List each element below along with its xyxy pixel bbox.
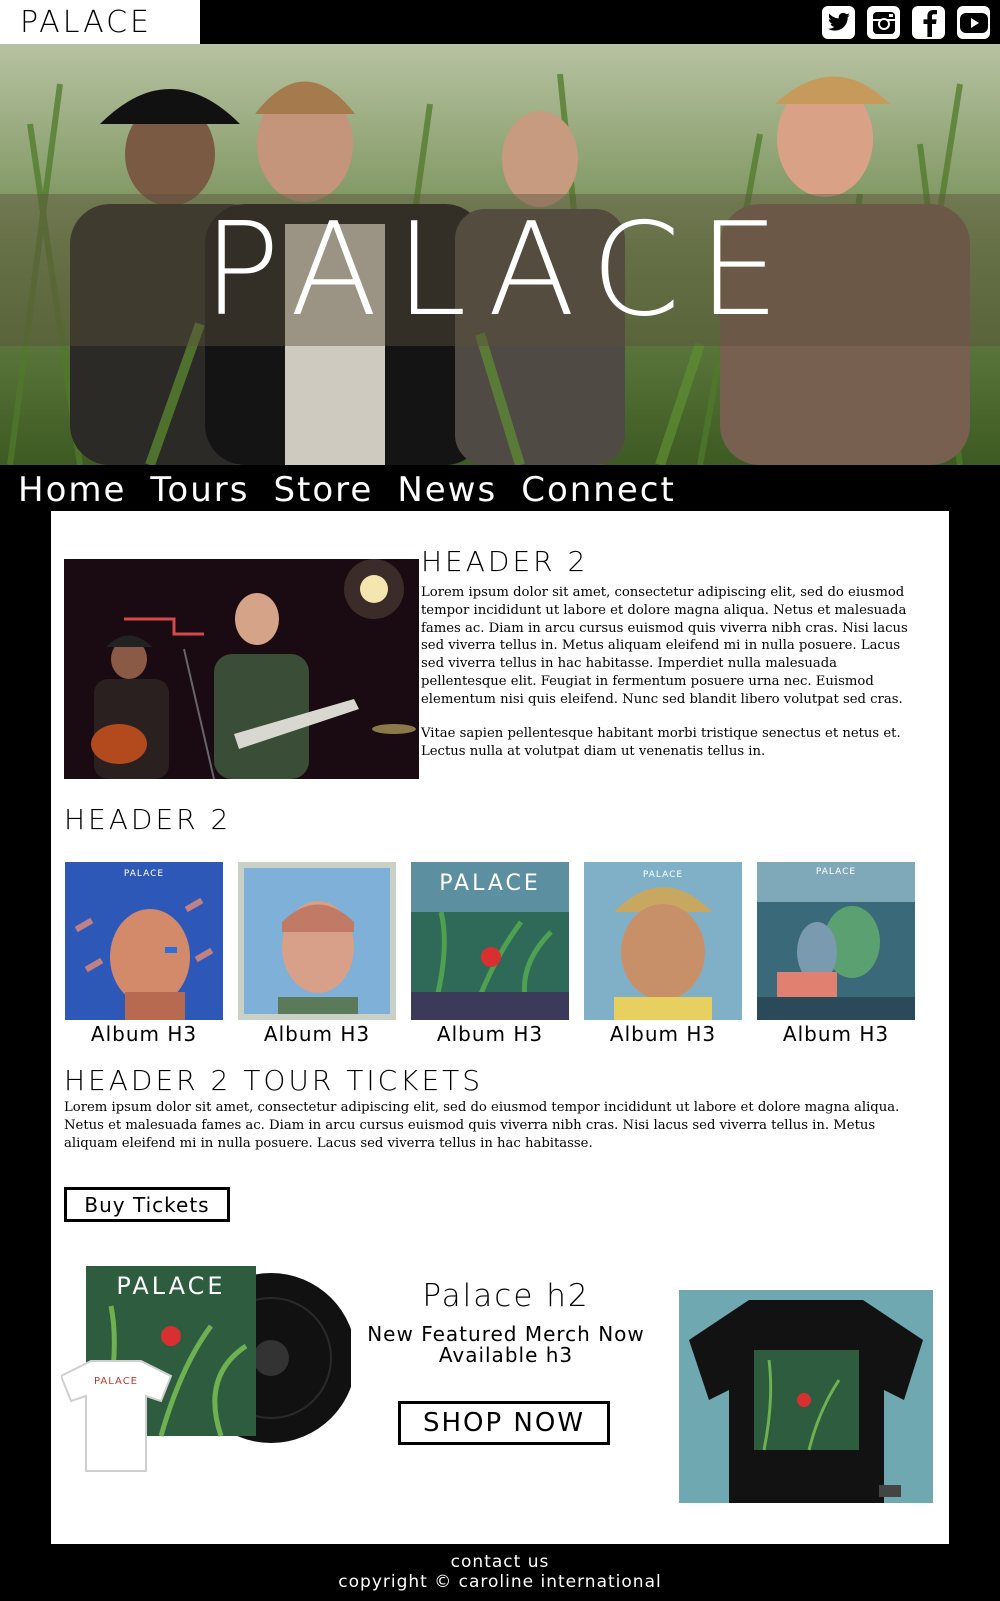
album-cover[interactable]: PALACE	[584, 862, 742, 1020]
album-cover-text: PALACE	[124, 869, 164, 879]
intro-paragraph-2: Vitae sapien pellentesque habitant morbi…	[421, 726, 901, 759]
album-card[interactable]: Album H3	[238, 862, 396, 1046]
intro-heading: HEADER 2	[421, 545, 589, 578]
album-caption: Album H3	[90, 1022, 198, 1046]
tour-paragraph: Lorem ipsum dolor sit amet, consectetur …	[64, 1100, 900, 1151]
main-nav: Home Tours Store News Connect	[18, 470, 676, 510]
album-card[interactable]: PALACE Album H3	[65, 862, 223, 1046]
merch-heading: Palace h2	[422, 1278, 590, 1314]
main-content: HEADER 2 Lorem ipsum dolor sit amet, con…	[51, 511, 949, 1544]
contact-link[interactable]: contact us	[0, 1552, 1000, 1572]
copyright-text: copyright © caroline international	[338, 1572, 662, 1592]
site-logo[interactable]: PALACE	[0, 0, 200, 44]
merch-subheading: New Featured Merch Now Available h3	[367, 1322, 645, 1367]
instagram-icon[interactable]	[867, 6, 900, 39]
nav-tours[interactable]: Tours	[150, 470, 249, 510]
hero-banner: PALACE	[0, 44, 1000, 465]
album-caption: Album H3	[782, 1022, 890, 1046]
shop-now-button[interactable]: SHOP NOW	[398, 1401, 610, 1445]
tour-heading: HEADER 2 TOUR TICKETS	[64, 1064, 484, 1097]
buy-tickets-button[interactable]: Buy Tickets	[64, 1187, 230, 1222]
hero-title: PALACE	[202, 195, 798, 345]
album-cover[interactable]: PALACE	[411, 862, 569, 1020]
youtube-icon[interactable]	[957, 6, 990, 39]
album-cover[interactable]	[238, 862, 396, 1020]
live-performance-photo	[64, 559, 419, 779]
album-cover[interactable]: PALACE	[757, 862, 915, 1020]
nav-connect[interactable]: Connect	[521, 470, 676, 510]
merch-art-text: PALACE	[116, 1272, 225, 1300]
albums-heading: HEADER 2	[64, 803, 232, 836]
intro-paragraph-1: Lorem ipsum dolor sit amet, consectetur …	[421, 585, 908, 707]
album-cover-text: PALACE	[643, 870, 683, 880]
site-footer: contact us copyright © caroline internat…	[0, 1552, 1000, 1592]
nav-news[interactable]: News	[397, 470, 497, 510]
album-caption: Album H3	[436, 1022, 544, 1046]
album-card[interactable]: PALACE Album H3	[584, 862, 742, 1046]
merch-bundle-image[interactable]: PALACE PALACE	[61, 1266, 351, 1476]
album-cover-text: PALACE	[816, 867, 856, 877]
album-card[interactable]: PALACE Album H3	[757, 862, 915, 1046]
album-cover[interactable]: PALACE	[65, 862, 223, 1020]
album-cover-text: PALACE	[439, 871, 541, 896]
social-links	[822, 6, 990, 39]
album-caption: Album H3	[263, 1022, 371, 1046]
album-caption: Album H3	[609, 1022, 717, 1046]
merch-tshirt-photo[interactable]	[679, 1290, 933, 1503]
album-card[interactable]: PALACE Album H3	[411, 862, 569, 1046]
merch-tshirt-text: PALACE	[94, 1376, 138, 1387]
facebook-icon[interactable]	[912, 6, 945, 39]
twitter-icon[interactable]	[822, 6, 855, 39]
nav-home[interactable]: Home	[18, 470, 126, 510]
nav-store[interactable]: Store	[273, 470, 373, 510]
